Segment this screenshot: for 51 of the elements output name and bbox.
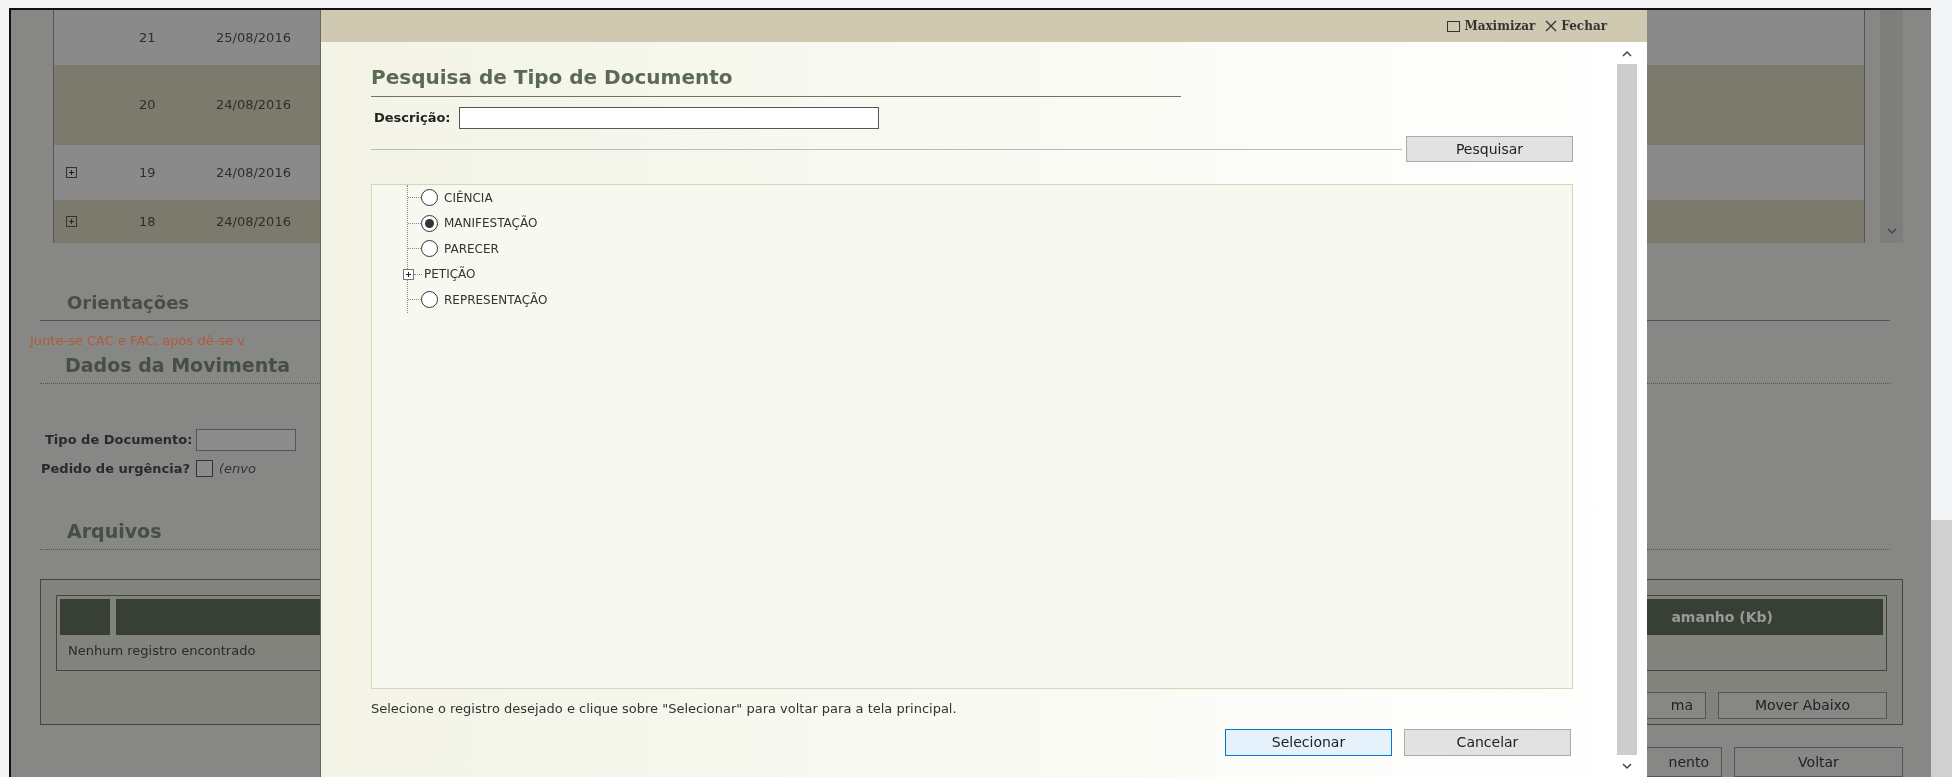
maximize-button[interactable]: Maximizar: [1447, 17, 1536, 35]
tree-item[interactable]: CIÊNCIA: [408, 185, 548, 211]
radio-button[interactable]: [421, 189, 438, 207]
tree-label: CIÊNCIA: [444, 189, 493, 207]
tree-label: PETIÇÃO: [424, 265, 476, 284]
close-icon: [1545, 20, 1558, 32]
description-label: Descrição:: [374, 109, 451, 128]
tree-item[interactable]: PARECER: [408, 236, 548, 262]
row-number: 19: [139, 163, 157, 182]
header-cell: [60, 599, 110, 636]
table-scrollbar[interactable]: [1880, 10, 1903, 243]
search-button[interactable]: Pesquisar: [1406, 136, 1573, 162]
document-type-field[interactable]: [196, 429, 297, 451]
tree-item[interactable]: MANIFESTAÇÃO: [408, 210, 548, 236]
tree-item[interactable]: REPRESENTAÇÃO: [408, 287, 548, 313]
section-heading: Arquivos: [67, 519, 162, 542]
tree-item[interactable]: PETIÇÃO: [403, 261, 548, 287]
urgency-hint: (envo: [219, 459, 256, 478]
expand-icon[interactable]: [403, 268, 414, 280]
row-date: 24/08/2016: [216, 96, 291, 115]
scroll-down-icon[interactable]: [1621, 762, 1632, 770]
row-date: 25/08/2016: [216, 28, 291, 47]
row-date: 24/08/2016: [216, 163, 291, 182]
tree-label: REPRESENTAÇÃO: [444, 291, 548, 309]
urgency-checkbox[interactable]: [196, 459, 214, 477]
row-number: 21: [139, 28, 157, 47]
move-button[interactable]: Mover Abaixo: [1718, 691, 1887, 719]
orientation-note: Junte-se CAC e FAC, após dê-se v: [30, 332, 246, 350]
field-label: Pedido de urgência?: [41, 459, 191, 478]
row-date: 24/08/2016: [216, 212, 291, 231]
scroll-up-icon[interactable]: [1621, 49, 1632, 57]
description-field[interactable]: [458, 107, 879, 129]
field-label: Tipo de Documento:: [45, 431, 193, 450]
maximize-icon: [1447, 20, 1461, 32]
dialog-button[interactable]: Selecionar: [1225, 728, 1392, 756]
footer-button[interactable]: Voltar: [1734, 747, 1903, 777]
tree-label: MANIFESTAÇÃO: [444, 214, 538, 233]
radio-button[interactable]: [421, 240, 438, 258]
dialog-button[interactable]: Cancelar: [1404, 728, 1571, 756]
row-number: 18: [139, 212, 157, 231]
instruction-text: Selecione o registro desejado e clique sobre "Selecionar" para voltar para a tela principal.: [371, 700, 958, 718]
section-heading: Dados da Movimenta: [65, 353, 291, 376]
radio-button[interactable]: [421, 291, 438, 309]
empty-message: Nenhum registro encontrado: [67, 642, 257, 661]
section-heading: Orientações: [67, 292, 190, 313]
tree-label: PARECER: [444, 240, 499, 258]
radio-button[interactable]: [421, 214, 438, 232]
row-number: 20: [139, 96, 157, 115]
dialog-heading: Pesquisa de Tipo de Documento: [371, 65, 733, 89]
close-button[interactable]: Fechar: [1545, 17, 1607, 35]
page-scrollbar[interactable]: [1931, 0, 1952, 777]
